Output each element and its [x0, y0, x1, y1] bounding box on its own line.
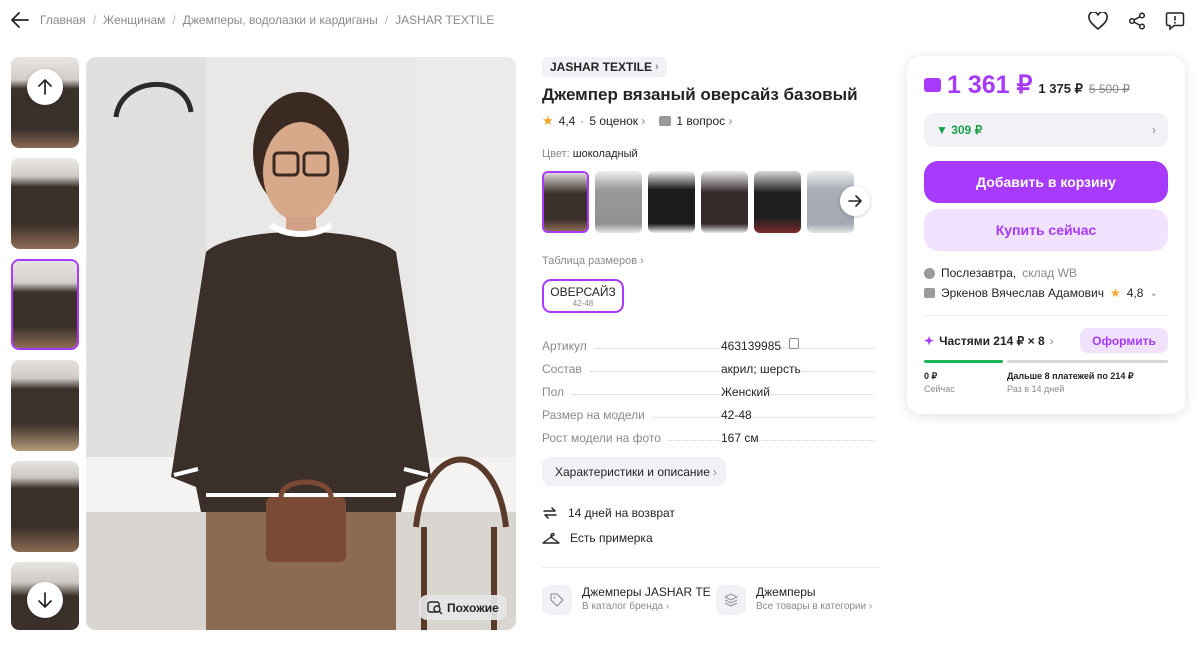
- brand-catalog-link[interactable]: Джемперы JASHAR TE В каталог бренда ›: [542, 585, 711, 615]
- size-name: ОВЕРСАЙЗ: [550, 285, 616, 299]
- chevron-down-icon: ⌄: [1149, 287, 1158, 299]
- add-to-cart-button[interactable]: Добавить в корзину: [924, 161, 1168, 203]
- copy-icon[interactable]: [789, 338, 799, 349]
- layers-icon: [716, 585, 746, 615]
- price-row: 1 361 ₽ 1 375 ₽ 5 500 ₽: [924, 70, 1130, 100]
- spec-row: Рост модели на фото 167 см: [542, 427, 882, 445]
- breadcrumb-home[interactable]: Главная: [40, 13, 86, 27]
- tag-icon: [542, 585, 572, 615]
- size-range: 42-48: [572, 299, 594, 308]
- brand-name: JASHAR TEXTILE: [550, 60, 653, 74]
- installments-oform-button[interactable]: Оформить: [1080, 328, 1168, 353]
- spec-row: Пол Женский: [542, 381, 882, 399]
- shop-icon: [924, 288, 935, 298]
- breadcrumb-category[interactable]: Джемперы, водолазки и кардиганы: [183, 13, 378, 27]
- size-option-selected[interactable]: ОВЕРСАЙЗ 42-48: [542, 279, 624, 313]
- color-option-selected[interactable]: [542, 171, 589, 233]
- share-icon[interactable]: [1125, 9, 1149, 33]
- report-icon[interactable]: [1163, 9, 1187, 33]
- return-icon: [543, 507, 557, 519]
- rating-row: ★ 4,4 · 5 оценок › 1 вопрос ›: [542, 113, 733, 128]
- category-catalog-link[interactable]: Джемперы Все товары в категории ›: [716, 585, 872, 615]
- color-option[interactable]: [701, 171, 748, 233]
- wallet-icon: [924, 78, 941, 92]
- product-main-image[interactable]: [86, 57, 516, 630]
- chevron-right-icon: ›: [1152, 123, 1156, 137]
- color-option[interactable]: [754, 171, 801, 233]
- star-icon: ★: [542, 113, 554, 128]
- similar-search-icon: [427, 600, 443, 614]
- gallery-thumbnail[interactable]: [11, 360, 79, 451]
- installment-later: Дальше 8 платежей по 214 ₽ Раз в 14 дней: [1007, 371, 1134, 394]
- breadcrumb-brand[interactable]: JASHAR TEXTILE: [395, 13, 494, 27]
- delivery-info: Послезавтра, склад WB: [924, 266, 1077, 280]
- characteristics-button[interactable]: Характеристики и описание ›: [542, 457, 726, 486]
- similar-label: Похожие: [447, 600, 499, 615]
- current-price: 1 361 ₽: [947, 71, 1033, 99]
- fitting-feature: Есть примерка: [542, 531, 653, 545]
- installment-now: 0 ₽ Сейчас: [924, 371, 955, 394]
- gallery-thumbnail-selected[interactable]: [11, 259, 79, 350]
- buy-now-button[interactable]: Купить сейчас: [924, 209, 1168, 251]
- breadcrumb-women[interactable]: Женщинам: [103, 13, 165, 27]
- return-feature: 14 дней на возврат: [542, 505, 675, 521]
- hanger-icon: [542, 532, 560, 544]
- installments-link[interactable]: ✦ Частями 214 ₽ × 8 ›: [924, 334, 1054, 348]
- installment-progress-later: [1007, 360, 1168, 363]
- chevron-right-icon: ›: [655, 61, 659, 73]
- gallery-thumbnail[interactable]: [11, 158, 79, 249]
- installments-icon: ✦: [924, 334, 935, 348]
- divider: [924, 315, 1168, 316]
- color-option[interactable]: [595, 171, 642, 233]
- chat-icon: [659, 116, 672, 126]
- breadcrumb: Главная / Женщинам / Джемперы, водолазки и…: [40, 13, 495, 27]
- discount-row[interactable]: ▼ 309 ₽ ›: [924, 113, 1168, 147]
- box-icon: [924, 267, 935, 279]
- star-icon: ★: [1109, 286, 1121, 300]
- spec-row: Состав акрил; шерсть: [542, 358, 882, 376]
- spec-row: Артикул 463139985: [542, 335, 882, 353]
- questions-link[interactable]: 1 вопрос ›: [676, 114, 732, 128]
- size-table-link[interactable]: Таблица размеров ›: [542, 255, 644, 267]
- product-title: Джемпер вязаный оверсайз базовый: [542, 85, 858, 104]
- seller-info[interactable]: Эркенов Вячеслав Адамович ★ 4,8 ⌄: [924, 286, 1158, 300]
- similar-button[interactable]: Похожие: [419, 595, 507, 620]
- price-without-wallet: 1 375 ₽: [1038, 81, 1083, 96]
- reviews-link[interactable]: 5 оценок ›: [589, 114, 645, 128]
- installment-progress-now: [924, 360, 1003, 363]
- spec-row: Размер на модели 42-48: [542, 404, 882, 422]
- back-arrow-icon[interactable]: [8, 8, 32, 32]
- rating-value: 4,4: [558, 114, 576, 128]
- gallery-up-button[interactable]: [27, 69, 63, 105]
- divider: [542, 567, 880, 568]
- article-value[interactable]: 463139985: [721, 339, 782, 353]
- brand-link[interactable]: JASHAR TEXTILE ›: [542, 57, 667, 77]
- gallery-thumbnail[interactable]: [11, 461, 79, 552]
- color-value: шоколадный: [572, 148, 638, 160]
- original-price: 5 500 ₽: [1088, 82, 1130, 96]
- color-label: Цвет: шоколадный: [542, 148, 638, 160]
- gallery-down-button[interactable]: [27, 582, 63, 618]
- color-option[interactable]: [648, 171, 695, 233]
- heart-icon[interactable]: [1086, 9, 1110, 33]
- colors-next-button[interactable]: [840, 186, 870, 216]
